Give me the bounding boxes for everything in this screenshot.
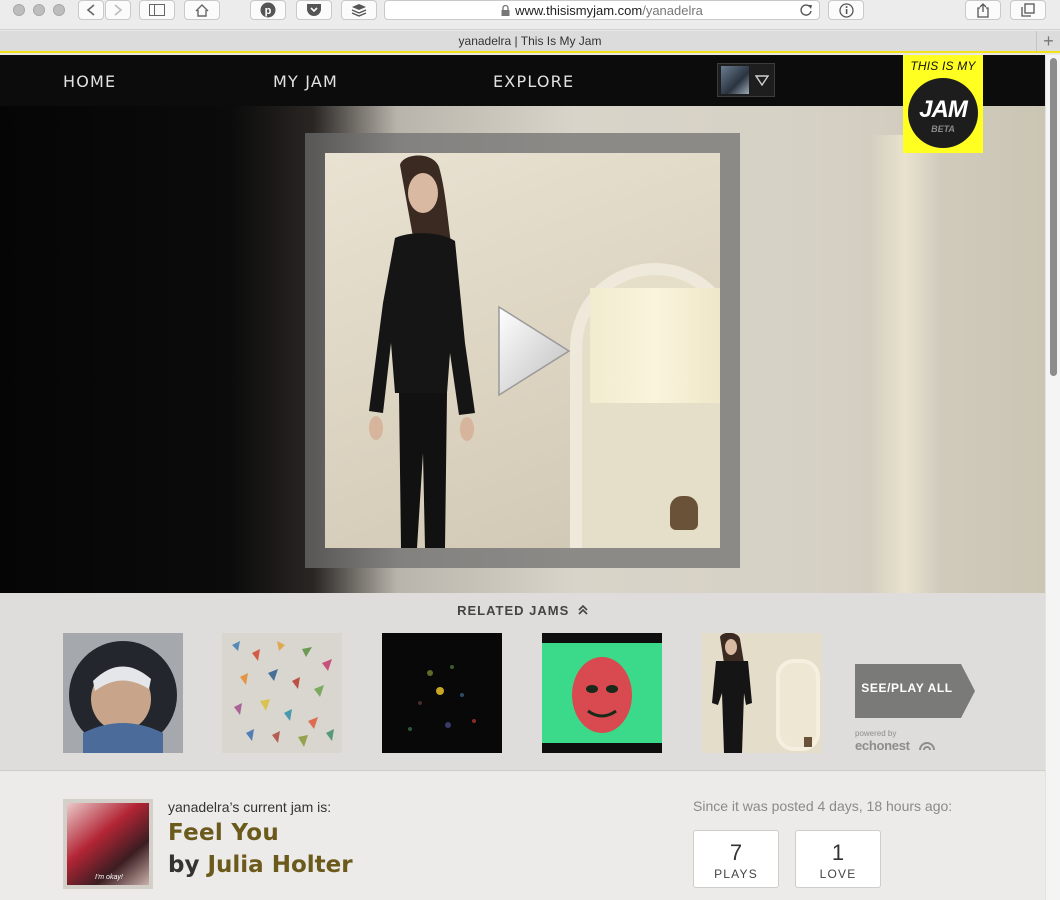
related-jam-cover bbox=[712, 633, 820, 753]
current-jam-artist[interactable]: Julia Holter bbox=[207, 852, 352, 878]
play-icon[interactable] bbox=[495, 305, 571, 397]
close-window-button[interactable] bbox=[13, 4, 25, 16]
loves-stat[interactable]: 1 LOVE bbox=[795, 830, 881, 888]
posted-since-text: Since it was posted 4 days, 18 hours ago… bbox=[693, 798, 953, 814]
nav-home[interactable]: HOME bbox=[63, 72, 116, 91]
see-play-all-button[interactable]: SEE/PLAY ALL bbox=[855, 664, 975, 718]
video-player[interactable] bbox=[325, 153, 720, 548]
logo-badge: JAM BETA bbox=[908, 78, 978, 148]
info-icon bbox=[838, 2, 854, 18]
logo-jam-text: JAM bbox=[919, 96, 968, 123]
current-jam-thumbnail[interactable]: I'm okay! bbox=[63, 799, 153, 889]
pinterest-icon: p bbox=[260, 2, 276, 18]
related-jam-item[interactable] bbox=[542, 633, 662, 753]
minimize-window-button[interactable] bbox=[33, 4, 45, 16]
page-scrollbar[interactable] bbox=[1045, 55, 1060, 900]
logo-beta-label: BETA bbox=[931, 124, 955, 134]
related-jam-cover bbox=[232, 641, 334, 747]
home-button[interactable] bbox=[184, 0, 220, 20]
current-jam-label: yanadelra’s current jam is: bbox=[168, 799, 332, 815]
chevron-left-icon bbox=[86, 4, 95, 16]
logo-tagline: THIS IS MY bbox=[910, 59, 976, 73]
zoom-window-button[interactable] bbox=[53, 4, 65, 16]
url-path: /yanadelra bbox=[642, 2, 703, 18]
layers-icon bbox=[351, 4, 367, 17]
current-jam-cover: I'm okay! bbox=[67, 803, 149, 885]
forward-button[interactable] bbox=[105, 0, 131, 20]
share-button[interactable] bbox=[965, 0, 1001, 20]
plays-stat[interactable]: 7 PLAYS bbox=[693, 830, 779, 888]
page-content: HOME MY JAM EXPLORE THIS IS MY JAM BETA bbox=[0, 55, 1045, 900]
related-jams-header[interactable]: RELATED JAMS bbox=[0, 603, 1045, 618]
avatar bbox=[721, 66, 749, 94]
video-thumbnail-dog bbox=[670, 496, 698, 530]
related-jam-item[interactable] bbox=[702, 633, 822, 753]
video-thumbnail-curtain bbox=[590, 288, 720, 403]
current-jam-title[interactable]: Feel You bbox=[168, 820, 279, 846]
lock-icon bbox=[501, 4, 510, 16]
current-jam-cover-caption: I'm okay! bbox=[95, 874, 123, 881]
video-thumbnail-person bbox=[369, 155, 475, 548]
related-jam-item[interactable] bbox=[382, 633, 502, 753]
back-button[interactable] bbox=[78, 0, 104, 20]
sidebar-toggle-button[interactable] bbox=[139, 0, 175, 20]
tabs-icon bbox=[1021, 3, 1035, 17]
echonest-icon bbox=[919, 742, 935, 751]
related-jams-title: RELATED JAMS bbox=[457, 603, 570, 618]
share-icon bbox=[977, 2, 989, 18]
reload-icon[interactable] bbox=[799, 3, 813, 17]
nav-explore[interactable]: EXPLORE bbox=[493, 72, 574, 91]
echonest-logo-text[interactable]: echonest bbox=[855, 738, 910, 753]
buffer-button[interactable] bbox=[341, 0, 377, 20]
plays-label: PLAYS bbox=[714, 867, 758, 881]
main-nav: HOME MY JAM EXPLORE bbox=[0, 55, 1045, 106]
active-tab-title[interactable]: yanadelra | This Is My Jam bbox=[0, 34, 1060, 48]
chevron-right-icon bbox=[114, 4, 123, 16]
related-jam-item[interactable] bbox=[222, 633, 342, 753]
address-bar[interactable]: www.thisismyjam.com/yanadelra bbox=[384, 0, 820, 20]
related-jam-cover bbox=[69, 641, 177, 753]
pinterest-button[interactable]: p bbox=[250, 0, 286, 20]
related-jam-cover bbox=[542, 643, 662, 743]
loves-label: LOVE bbox=[819, 867, 857, 881]
powered-by-label: powered by bbox=[855, 729, 897, 738]
current-jam-section: I'm okay! yanadelra’s current jam is: Fe… bbox=[0, 772, 1045, 900]
related-jam-cover bbox=[408, 665, 476, 731]
user-menu-dropdown[interactable] bbox=[717, 63, 775, 97]
related-jams-section: RELATED JAMS SEE/PLAY ALL powered by ech… bbox=[0, 593, 1045, 771]
byline-prefix: by bbox=[168, 852, 200, 878]
site-logo[interactable]: THIS IS MY JAM BETA bbox=[903, 55, 983, 153]
see-play-all-label: SEE/PLAY ALL bbox=[861, 681, 953, 695]
tab-bar: yanadelra | This Is My Jam + bbox=[0, 31, 1060, 53]
plays-count: 7 bbox=[729, 840, 743, 865]
url-host: www.thisismyjam.com bbox=[515, 2, 643, 18]
triangle-down-icon bbox=[755, 74, 769, 86]
related-jam-item[interactable] bbox=[63, 633, 183, 753]
home-icon bbox=[195, 3, 209, 17]
pocket-button[interactable] bbox=[296, 0, 332, 20]
sidebar-icon bbox=[149, 4, 165, 16]
pocket-icon bbox=[307, 4, 321, 16]
new-tab-button[interactable]: + bbox=[1036, 31, 1060, 52]
tabs-overview-button[interactable] bbox=[1010, 0, 1046, 20]
scrollbar-thumb[interactable] bbox=[1050, 58, 1057, 376]
chevron-double-up-icon bbox=[578, 604, 588, 615]
current-jam-byline: by Julia Holter bbox=[168, 852, 353, 878]
browser-toolbar: p www.thisismyjam.com/yanadelra bbox=[0, 0, 1060, 30]
svg-text:p: p bbox=[265, 5, 272, 17]
nav-my-jam[interactable]: MY JAM bbox=[273, 72, 338, 91]
loves-count: 1 bbox=[831, 840, 845, 865]
info-button[interactable] bbox=[828, 0, 864, 20]
